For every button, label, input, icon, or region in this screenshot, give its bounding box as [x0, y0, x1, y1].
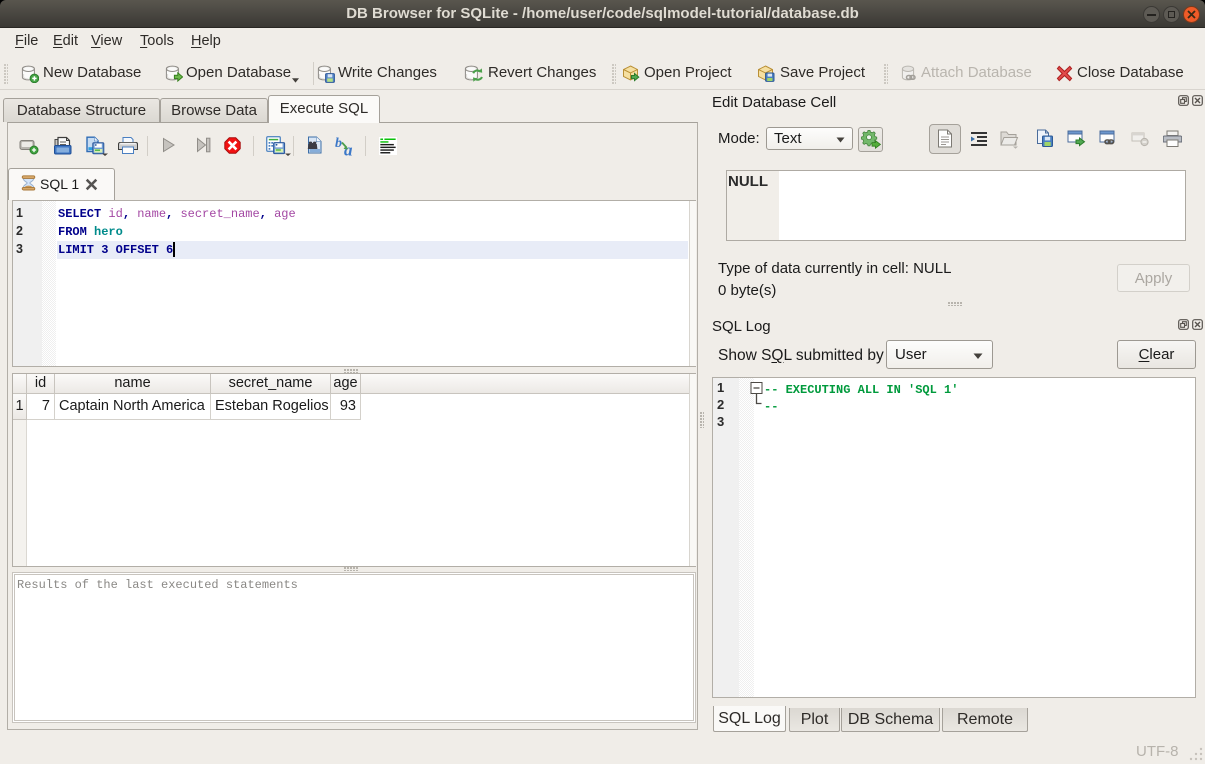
- svg-text:b: b: [335, 136, 342, 151]
